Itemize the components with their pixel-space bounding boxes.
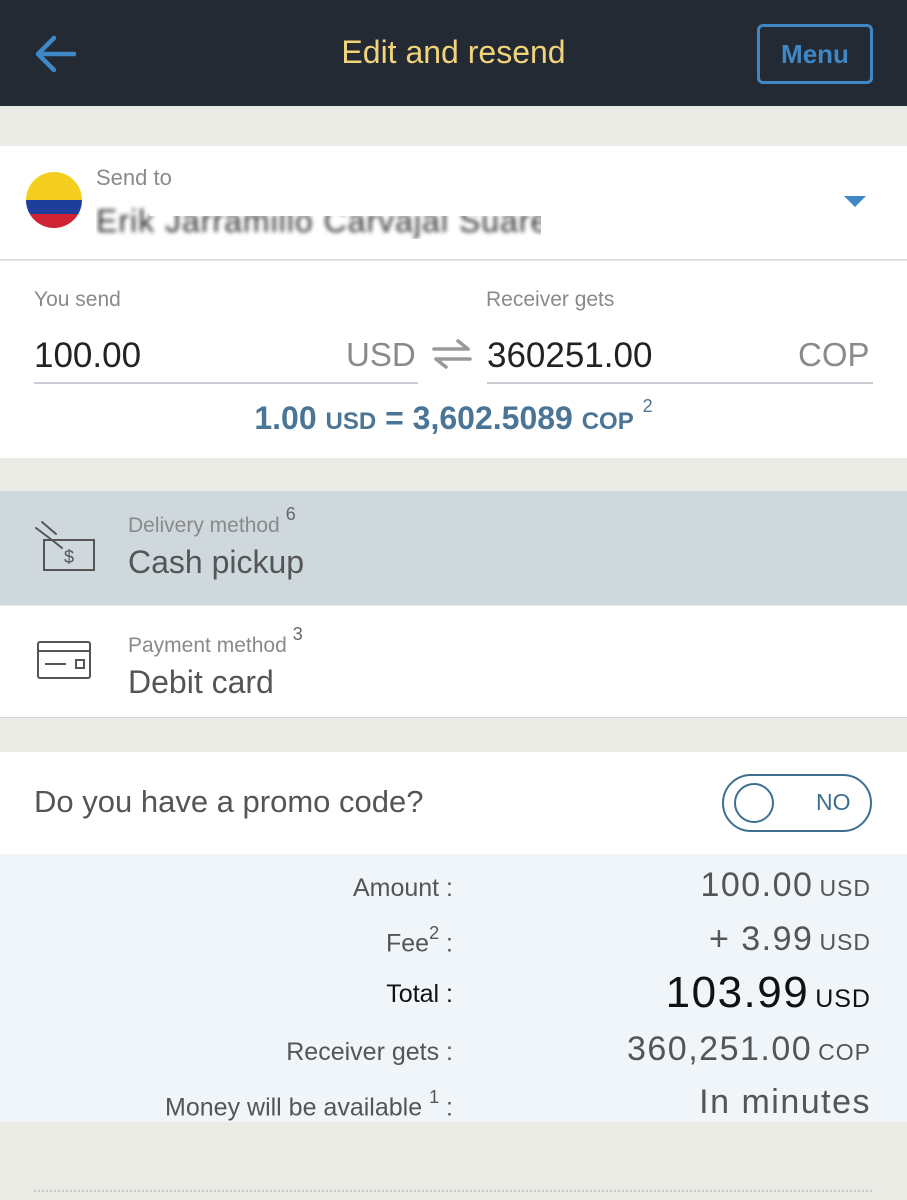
- rate-footnote: 2: [642, 396, 653, 416]
- svg-text:$: $: [64, 547, 74, 567]
- divider: [34, 1190, 872, 1192]
- fee-value: + 3.99 USD: [708, 920, 871, 958]
- promo-code-question: Do you have a promo code?: [34, 784, 424, 819]
- colombia-flag-icon: [26, 172, 82, 228]
- toggle-knob: [734, 783, 774, 823]
- delivery-method-value: Cash pickup: [128, 544, 305, 580]
- amount-label: Amount :: [352, 874, 453, 902]
- payment-method-value: Debit card: [128, 664, 274, 700]
- receiver-gets-summary-value: 360,251.00 COP: [626, 1030, 871, 1068]
- toggle-state-label: NO: [816, 789, 851, 815]
- money-available-value: In minutes: [699, 1083, 871, 1121]
- receiver-gets-summary-label: Receiver gets :: [286, 1038, 453, 1066]
- credit-card-icon: [37, 641, 91, 679]
- menu-button[interactable]: Menu: [757, 24, 873, 84]
- promo-code-toggle[interactable]: NO: [722, 774, 872, 832]
- cash-hand-icon: $: [35, 521, 95, 571]
- name-redaction: [150, 202, 570, 216]
- total-label: Total :: [386, 980, 453, 1008]
- chevron-down-icon[interactable]: [844, 196, 866, 207]
- fee-label: Fee2 :: [385, 923, 453, 958]
- payment-footnote: 3: [292, 624, 303, 644]
- available-footnote: 1: [429, 1087, 440, 1107]
- delivery-footnote: 6: [285, 504, 296, 524]
- payment-method-label: Payment method 3: [128, 624, 303, 657]
- header-bar: Edit and resend Menu: [0, 0, 907, 106]
- exchange-rate: 1.00 USD = 3,602.5089 COP 2: [254, 396, 653, 436]
- receive-currency: COP: [798, 336, 870, 373]
- fee-footnote: 2: [429, 923, 440, 943]
- total-value: 103.99 USD: [665, 968, 871, 1017]
- send-currency: USD: [346, 336, 416, 373]
- payment-method-row[interactable]: [0, 606, 907, 718]
- send-to-label: Send to: [96, 165, 172, 190]
- money-available-label: Money will be available 1 :: [165, 1087, 453, 1122]
- swap-arrows-icon[interactable]: [430, 338, 474, 370]
- you-send-label: You send: [34, 288, 121, 311]
- delivery-method-label: Delivery method 6: [128, 504, 296, 537]
- receiver-gets-label: Receiver gets: [486, 288, 615, 311]
- amount-value: 100.00 USD: [700, 866, 871, 904]
